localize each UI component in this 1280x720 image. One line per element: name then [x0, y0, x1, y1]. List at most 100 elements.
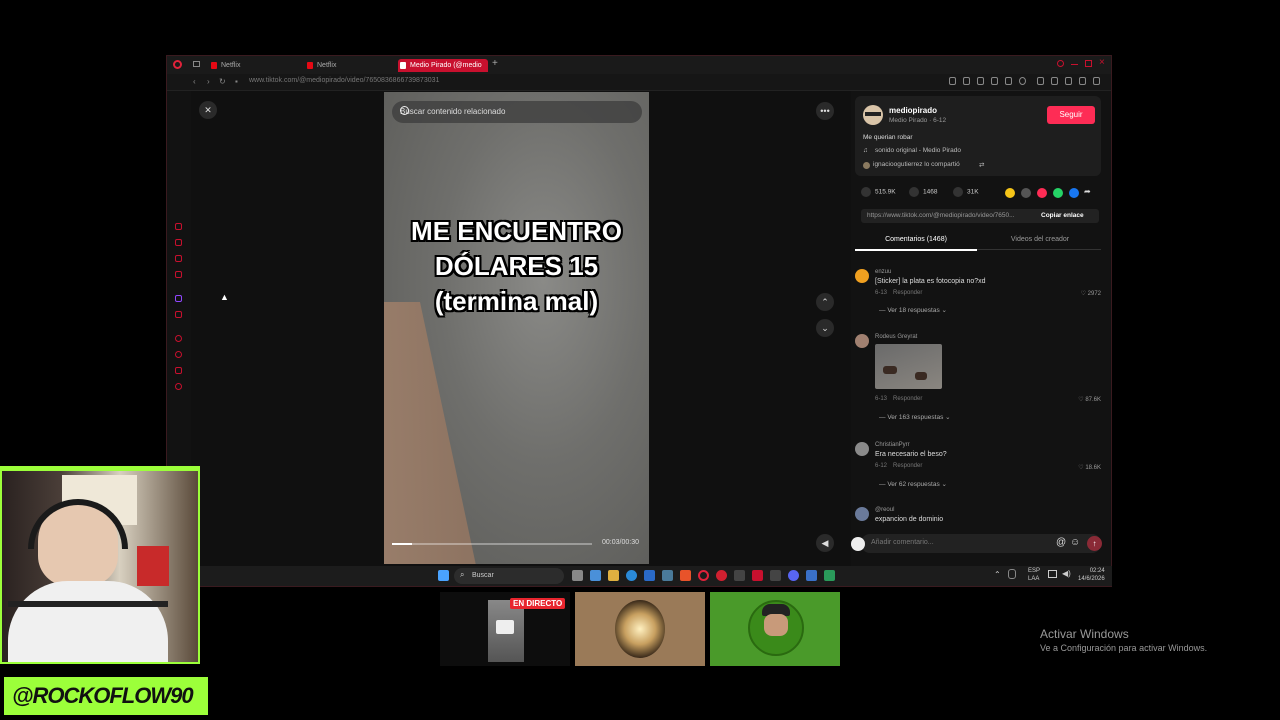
task-view-icon[interactable]	[572, 570, 583, 581]
view-replies-button[interactable]: — Ver 62 respuestas ⌄	[879, 480, 947, 488]
app-red-icon[interactable]	[752, 570, 763, 581]
tab-tiktok[interactable]: Medio Pirado (@medio	[398, 59, 488, 72]
snapshot-icon[interactable]	[991, 77, 998, 85]
tray-app-icon[interactable]	[1008, 569, 1016, 579]
search-tabs-icon[interactable]	[1057, 60, 1064, 67]
sidebar-history-icon[interactable]	[175, 223, 182, 230]
vpn-icon[interactable]	[977, 77, 984, 85]
close-window-icon[interactable]: ×	[1099, 57, 1105, 68]
reply-button[interactable]: Responder	[893, 396, 922, 402]
store-icon[interactable]	[644, 570, 655, 581]
opera-logo-icon[interactable]	[173, 60, 182, 69]
extension-icon[interactable]	[963, 77, 970, 85]
whatsapp-share-icon[interactable]	[1053, 188, 1063, 198]
next-video-button[interactable]: ⌄	[816, 319, 834, 337]
video-progress-bar[interactable]	[392, 543, 592, 545]
edge-icon[interactable]	[626, 570, 637, 581]
sidebar-clock-icon[interactable]	[175, 351, 182, 358]
app-blue-icon[interactable]	[806, 570, 817, 581]
sidebar-bookmark-icon[interactable]	[175, 367, 182, 374]
video-player[interactable]: Buscar contenido relacionado ME ENCUENTR…	[384, 92, 649, 564]
obs-icon[interactable]	[716, 570, 727, 581]
follow-button[interactable]: Seguir	[1047, 106, 1095, 124]
download-icon[interactable]	[1065, 77, 1072, 85]
url-field[interactable]: www.tiktok.com/@mediopirado/video/765083…	[249, 77, 439, 84]
like-stat[interactable]: 515.9K	[861, 187, 896, 197]
discord-icon[interactable]	[788, 570, 799, 581]
clock[interactable]: 02:24 14/6/2026	[1078, 567, 1105, 583]
widgets-icon[interactable]	[590, 570, 601, 581]
new-tab-icon[interactable]: +	[492, 58, 498, 69]
commenter-name[interactable]: enzuu	[875, 269, 891, 275]
sound-link[interactable]: sonido original - Medio Pirado	[875, 147, 961, 154]
comment-image[interactable]	[875, 344, 942, 389]
play-icon[interactable]	[1005, 77, 1012, 85]
tab-netflix-2[interactable]: Netflix	[305, 59, 395, 72]
start-icon[interactable]	[438, 570, 449, 581]
camera-icon[interactable]	[949, 77, 956, 85]
thumbnail-rockoflow[interactable]	[710, 592, 840, 666]
tray-chevron-icon[interactable]: ⌃	[994, 570, 1001, 579]
repost-share-icon[interactable]	[1037, 188, 1047, 198]
app-icon[interactable]	[734, 570, 745, 581]
related-search-bar[interactable]: Buscar contenido relacionado	[392, 101, 642, 123]
sidebar-whatsapp-icon[interactable]	[175, 271, 182, 278]
sidebar-add-icon[interactable]	[175, 335, 182, 342]
commenter-avatar[interactable]	[855, 507, 869, 521]
language-indicator[interactable]: ESP LAA	[1028, 567, 1040, 583]
messenger-icon[interactable]	[1037, 77, 1044, 85]
heart-icon[interactable]	[1019, 77, 1026, 85]
author-avatar[interactable]	[863, 105, 883, 125]
search-icon[interactable]	[400, 106, 409, 115]
coin-share-icon[interactable]	[1005, 188, 1015, 198]
previous-video-button[interactable]: ⌃	[816, 293, 834, 311]
reload-icon[interactable]: ↻	[219, 77, 226, 86]
send-comment-button[interactable]: ↑	[1087, 536, 1102, 551]
opera-icon[interactable]	[698, 570, 709, 581]
embed-share-icon[interactable]	[1021, 188, 1031, 198]
comment-input[interactable]: Añadir comentario... @ ☺	[851, 534, 1101, 553]
save-stat[interactable]: 31K	[953, 187, 979, 197]
wallet-icon[interactable]	[1051, 77, 1058, 85]
mention-icon[interactable]: @	[1056, 537, 1066, 548]
forward-icon[interactable]: ›	[207, 77, 210, 86]
file-explorer-icon[interactable]	[608, 570, 619, 581]
comment-like-count[interactable]: ♡ 2972	[1081, 290, 1101, 297]
view-replies-button[interactable]: — Ver 18 respuestas ⌄	[879, 306, 947, 314]
ai-icon[interactable]	[1093, 77, 1100, 85]
commenter-name[interactable]: ChristianPyrr	[875, 442, 910, 448]
comment-like-count[interactable]: ♡ 18.6K	[1078, 464, 1101, 471]
sidebar-x-icon[interactable]	[175, 311, 182, 318]
share-arrow-icon[interactable]: ➦	[1084, 187, 1091, 196]
emoji-icon[interactable]: ☺	[1070, 537, 1080, 548]
volume-button[interactable]: ◀	[816, 534, 834, 552]
reply-button[interactable]: Responder	[893, 290, 922, 296]
copy-link-button[interactable]: Copiar enlace	[1041, 212, 1084, 219]
commenter-name[interactable]: @reoul	[875, 507, 894, 513]
commenter-name[interactable]: Rodeus Greyrat	[875, 334, 917, 340]
commenter-avatar[interactable]	[855, 442, 869, 456]
more-options-button[interactable]: •••	[816, 102, 834, 120]
thumbnail-avatar-flame[interactable]	[575, 592, 705, 666]
minimize-icon[interactable]	[1071, 64, 1078, 65]
app-green-icon[interactable]	[824, 570, 835, 581]
speaker-icon[interactable]: ◀)	[1062, 569, 1071, 578]
close-viewer-button[interactable]: ✕	[199, 101, 217, 119]
sidebar-twitch-icon[interactable]	[175, 295, 182, 302]
sidebar-settings-icon[interactable]	[175, 383, 182, 390]
tab-comments[interactable]: Comentarios (1468)	[855, 236, 977, 251]
back-icon[interactable]: ‹	[193, 77, 196, 86]
author-username[interactable]: mediopirado	[889, 106, 937, 115]
sidebar-bag-icon[interactable]	[175, 239, 182, 246]
maximize-icon[interactable]	[1085, 60, 1092, 67]
workspace-icon[interactable]	[193, 61, 200, 67]
account-icon[interactable]	[1079, 77, 1086, 85]
network-icon[interactable]	[1048, 570, 1057, 578]
facebook-share-icon[interactable]	[1069, 188, 1079, 198]
sidebar-messenger-icon[interactable]	[175, 255, 182, 262]
view-replies-button[interactable]: — Ver 163 respuestas ⌄	[879, 413, 951, 421]
steam-icon[interactable]	[662, 570, 673, 581]
comment-stat[interactable]: 1468	[909, 187, 937, 197]
share-link-url[interactable]: https://www.tiktok.com/@mediopirado/vide…	[867, 212, 1015, 219]
tab-creator-videos[interactable]: Videos del creador	[979, 236, 1101, 243]
